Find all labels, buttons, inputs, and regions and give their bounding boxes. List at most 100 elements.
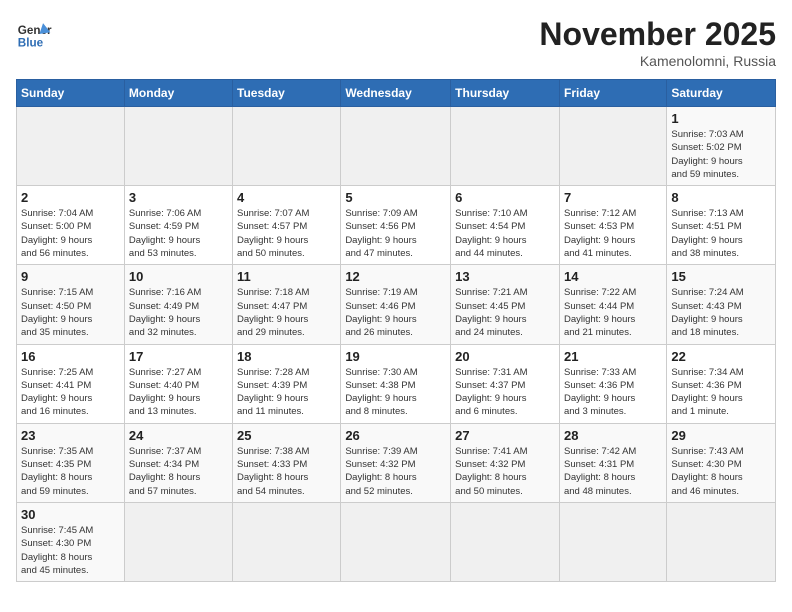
day-info: Sunrise: 7:22 AM Sunset: 4:44 PM Dayligh… (564, 286, 662, 339)
month-title: November 2025 (539, 16, 776, 53)
day-info: Sunrise: 7:19 AM Sunset: 4:46 PM Dayligh… (345, 286, 446, 339)
day-info: Sunrise: 7:45 AM Sunset: 4:30 PM Dayligh… (21, 524, 120, 577)
calendar-cell: 14 Sunrise: 7:22 AM Sunset: 4:44 PM Dayli… (559, 265, 666, 344)
day-number: 19 (345, 349, 446, 364)
day-info: Sunrise: 7:07 AM Sunset: 4:57 PM Dayligh… (237, 207, 336, 260)
calendar-cell: 25Sunrise: 7:38 AM Sunset: 4:33 PM Dayli… (233, 423, 341, 502)
day-info: Sunrise: 7:33 AM Sunset: 4:36 PM Dayligh… (564, 366, 662, 419)
page-header: General Blue November 2025 Kamenolomni, … (16, 16, 776, 69)
day-number: 22 (671, 349, 771, 364)
day-info: Sunrise: 7:21 AM Sunset: 4:45 PM Dayligh… (455, 286, 555, 339)
calendar-cell: 7 Sunrise: 7:12 AM Sunset: 4:53 PM Daylig… (559, 186, 666, 265)
day-info: Sunrise: 7:41 AM Sunset: 4:32 PM Dayligh… (455, 445, 555, 498)
calendar-cell (667, 502, 776, 581)
day-number: 10 (129, 269, 228, 284)
day-number: 17 (129, 349, 228, 364)
calendar-cell (124, 107, 232, 186)
day-info: Sunrise: 7:10 AM Sunset: 4:54 PM Dayligh… (455, 207, 555, 260)
day-number: 2 (21, 190, 120, 205)
day-info: Sunrise: 7:28 AM Sunset: 4:39 PM Dayligh… (237, 366, 336, 419)
calendar-cell (559, 502, 666, 581)
day-info: Sunrise: 7:04 AM Sunset: 5:00 PM Dayligh… (21, 207, 120, 260)
day-number: 4 (237, 190, 336, 205)
calendar-cell: 16 Sunrise: 7:25 AM Sunset: 4:41 PM Dayli… (17, 344, 125, 423)
calendar-cell: 17 Sunrise: 7:27 AM Sunset: 4:40 PM Dayli… (124, 344, 232, 423)
day-info: Sunrise: 7:06 AM Sunset: 4:59 PM Dayligh… (129, 207, 228, 260)
day-info: Sunrise: 7:30 AM Sunset: 4:38 PM Dayligh… (345, 366, 446, 419)
calendar-cell (341, 502, 451, 581)
day-info: Sunrise: 7:31 AM Sunset: 4:37 PM Dayligh… (455, 366, 555, 419)
day-number: 5 (345, 190, 446, 205)
svg-text:Blue: Blue (18, 37, 44, 50)
day-info: Sunrise: 7:37 AM Sunset: 4:34 PM Dayligh… (129, 445, 228, 498)
day-number: 3 (129, 190, 228, 205)
day-number: 18 (237, 349, 336, 364)
day-info: Sunrise: 7:09 AM Sunset: 4:56 PM Dayligh… (345, 207, 446, 260)
weekday-header-tuesday: Tuesday (233, 80, 341, 107)
calendar-cell (341, 107, 451, 186)
day-number: 6 (455, 190, 555, 205)
calendar: SundayMondayTuesdayWednesdayThursdayFrid… (16, 79, 776, 582)
calendar-cell (233, 107, 341, 186)
day-number: 7 (564, 190, 662, 205)
day-info: Sunrise: 7:25 AM Sunset: 4:41 PM Dayligh… (21, 366, 120, 419)
calendar-cell: 13 Sunrise: 7:21 AM Sunset: 4:45 PM Dayli… (451, 265, 560, 344)
day-info: Sunrise: 7:12 AM Sunset: 4:53 PM Dayligh… (564, 207, 662, 260)
calendar-cell: 30 Sunrise: 7:45 AM Sunset: 4:30 PM Dayli… (17, 502, 125, 581)
day-number: 11 (237, 269, 336, 284)
day-number: 24 (129, 428, 228, 443)
calendar-cell: 15Sunrise: 7:24 AM Sunset: 4:43 PM Dayli… (667, 265, 776, 344)
weekday-header-saturday: Saturday (667, 80, 776, 107)
day-number: 20 (455, 349, 555, 364)
calendar-cell: 27 Sunrise: 7:41 AM Sunset: 4:32 PM Dayli… (451, 423, 560, 502)
day-number: 13 (455, 269, 555, 284)
day-number: 15 (671, 269, 771, 284)
day-number: 9 (21, 269, 120, 284)
calendar-cell: 10Sunrise: 7:16 AM Sunset: 4:49 PM Dayli… (124, 265, 232, 344)
day-info: Sunrise: 7:42 AM Sunset: 4:31 PM Dayligh… (564, 445, 662, 498)
calendar-cell: 19 Sunrise: 7:30 AM Sunset: 4:38 PM Dayli… (341, 344, 451, 423)
calendar-cell: 1 Sunrise: 7:03 AM Sunset: 5:02 PM Daylig… (667, 107, 776, 186)
day-info: Sunrise: 7:27 AM Sunset: 4:40 PM Dayligh… (129, 366, 228, 419)
day-number: 27 (455, 428, 555, 443)
calendar-cell (451, 107, 560, 186)
calendar-cell: 20 Sunrise: 7:31 AM Sunset: 4:37 PM Dayli… (451, 344, 560, 423)
logo: General Blue (16, 16, 52, 52)
day-number: 12 (345, 269, 446, 284)
day-number: 14 (564, 269, 662, 284)
logo-icon: General Blue (16, 16, 52, 52)
day-number: 26 (345, 428, 446, 443)
title-block: November 2025 Kamenolomni, Russia (539, 16, 776, 69)
calendar-cell (17, 107, 125, 186)
location: Kamenolomni, Russia (539, 53, 776, 69)
day-info: Sunrise: 7:35 AM Sunset: 4:35 PM Dayligh… (21, 445, 120, 498)
day-number: 30 (21, 507, 120, 522)
day-number: 16 (21, 349, 120, 364)
day-info: Sunrise: 7:34 AM Sunset: 4:36 PM Dayligh… (671, 366, 771, 419)
day-number: 1 (671, 111, 771, 126)
day-info: Sunrise: 7:03 AM Sunset: 5:02 PM Dayligh… (671, 128, 771, 181)
calendar-cell: 18 Sunrise: 7:28 AM Sunset: 4:39 PM Dayli… (233, 344, 341, 423)
calendar-cell (233, 502, 341, 581)
day-number: 29 (671, 428, 771, 443)
day-number: 23 (21, 428, 120, 443)
weekday-header-sunday: Sunday (17, 80, 125, 107)
weekday-header-monday: Monday (124, 80, 232, 107)
calendar-cell: 29Sunrise: 7:43 AM Sunset: 4:30 PM Dayli… (667, 423, 776, 502)
calendar-cell: 3 Sunrise: 7:06 AM Sunset: 4:59 PM Daylig… (124, 186, 232, 265)
calendar-cell: 9 Sunrise: 7:15 AM Sunset: 4:50 PM Daylig… (17, 265, 125, 344)
weekday-header-row: SundayMondayTuesdayWednesdayThursdayFrid… (17, 80, 776, 107)
day-info: Sunrise: 7:15 AM Sunset: 4:50 PM Dayligh… (21, 286, 120, 339)
calendar-cell: 21 Sunrise: 7:33 AM Sunset: 4:36 PM Dayli… (559, 344, 666, 423)
calendar-cell: 11Sunrise: 7:18 AM Sunset: 4:47 PM Dayli… (233, 265, 341, 344)
day-info: Sunrise: 7:13 AM Sunset: 4:51 PM Dayligh… (671, 207, 771, 260)
day-number: 21 (564, 349, 662, 364)
week-row-5: 23 Sunrise: 7:35 AM Sunset: 4:35 PM Dayli… (17, 423, 776, 502)
calendar-cell: 23 Sunrise: 7:35 AM Sunset: 4:35 PM Dayli… (17, 423, 125, 502)
day-number: 28 (564, 428, 662, 443)
week-row-4: 16 Sunrise: 7:25 AM Sunset: 4:41 PM Dayli… (17, 344, 776, 423)
day-number: 25 (237, 428, 336, 443)
calendar-cell (124, 502, 232, 581)
week-row-6: 30 Sunrise: 7:45 AM Sunset: 4:30 PM Dayli… (17, 502, 776, 581)
day-info: Sunrise: 7:39 AM Sunset: 4:32 PM Dayligh… (345, 445, 446, 498)
